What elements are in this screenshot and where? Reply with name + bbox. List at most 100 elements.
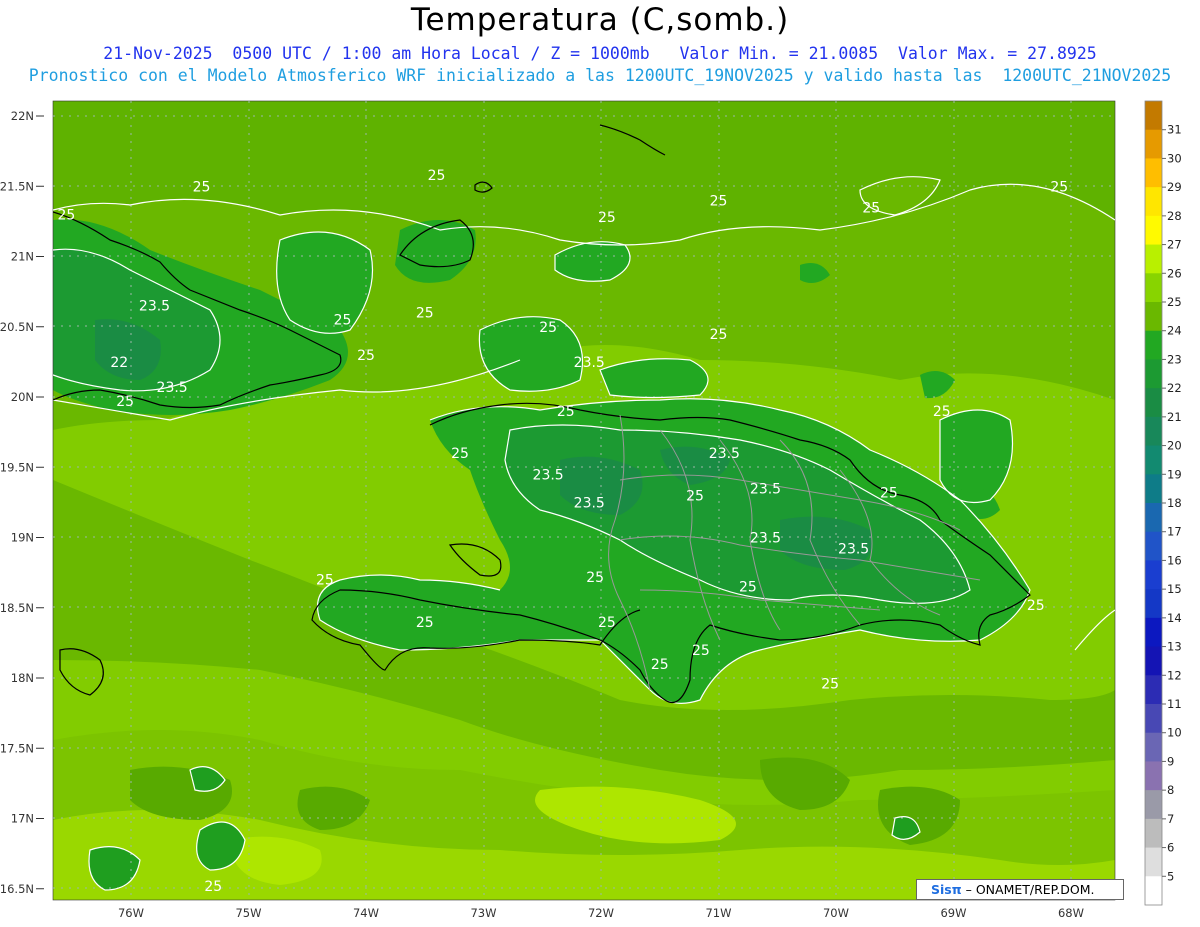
- colorbar-swatch: [1145, 273, 1162, 303]
- contour-label: 25: [821, 677, 839, 693]
- contour-label: 25: [193, 179, 211, 195]
- colorbar-label: 27: [1167, 238, 1182, 252]
- colorbar-label: 28: [1167, 209, 1182, 223]
- contour-label: 25: [316, 573, 334, 589]
- colorbar-swatch: [1145, 416, 1162, 447]
- contour-label: 25: [428, 168, 446, 184]
- colorbar-label: 17: [1167, 525, 1182, 539]
- colorbar-swatch: [1145, 330, 1162, 360]
- colorbar-label: 13: [1167, 640, 1182, 654]
- contour-label: 25: [598, 615, 616, 631]
- colorbar-label: 21: [1167, 410, 1182, 424]
- contour-label: 25: [586, 570, 604, 586]
- contour-label: 25: [739, 580, 757, 596]
- latitude-label: 21N: [11, 250, 34, 264]
- latitude-label: 19N: [11, 531, 34, 545]
- colorbar-swatch: [1145, 646, 1162, 676]
- colorbar-label: 10: [1167, 726, 1182, 740]
- latitude-label: 18N: [11, 671, 34, 685]
- colorbar-label: 7: [1167, 812, 1174, 826]
- colorbar-label: 20: [1167, 439, 1182, 453]
- colorbar-label: 22: [1167, 381, 1182, 395]
- latitude-label: 17N: [11, 812, 34, 826]
- longitude-label: 71W: [705, 906, 731, 920]
- contour-label: 23.5: [750, 531, 781, 547]
- contour-label: 23.5: [838, 542, 869, 558]
- contour-label: 25: [204, 879, 222, 895]
- colorbar-swatch: [1145, 187, 1162, 217]
- contour-label: 25: [357, 348, 375, 364]
- contour-label: 25: [651, 657, 669, 673]
- contour-label: 25: [692, 643, 710, 659]
- colorbar-swatch: [1145, 675, 1162, 705]
- footer-credit: Sisπ – ONAMET/REP.DOM.: [916, 879, 1124, 900]
- colorbar-swatch: [1145, 704, 1162, 734]
- contour-label: 25: [116, 394, 134, 410]
- latitude-axis: 22N 21.5N 21N 20.5N 20N 19.5N 19N 18.5N 18N 17.5N…: [0, 109, 44, 896]
- colorbar-label: 16: [1167, 553, 1182, 567]
- contour-label: 23.5: [533, 467, 564, 483]
- longitude-label: 75W: [235, 906, 261, 920]
- longitude-axis: 76W 75W 74W 73W 72W 71W 70W 69W 68W: [118, 906, 1084, 920]
- latitude-label: 20.5N: [0, 320, 34, 334]
- latitude-label: 19.5N: [0, 460, 34, 474]
- colorbar-label: 26: [1167, 266, 1182, 280]
- contour-label: 25: [1050, 179, 1068, 195]
- contour-label: 25: [557, 404, 575, 420]
- contour-label: 23.5: [574, 495, 605, 511]
- colorbar-label: 5: [1167, 869, 1174, 883]
- colorbar-swatch: [1145, 445, 1162, 475]
- colorbar-swatch: [1145, 359, 1162, 389]
- contour-label: 25: [416, 306, 434, 322]
- colorbar-label: 31: [1167, 123, 1182, 137]
- temperature-map: 25 25 25 25 25 25 25 23.5 25 25 25 25 25 22 23.5 23.5 25…: [0, 100, 1182, 920]
- latitude-label: 20N: [11, 390, 34, 404]
- contour-label: 25: [933, 404, 951, 420]
- colorbar-swatch: [1145, 732, 1162, 762]
- colorbar-swatch: [1145, 617, 1162, 648]
- contour-label: 25: [710, 193, 728, 209]
- colorbar-swatch: [1145, 589, 1162, 619]
- colorbar-label: 6: [1167, 841, 1174, 855]
- longitude-label: 72W: [588, 906, 614, 920]
- colorbar-label: 23: [1167, 352, 1182, 366]
- contour-label: 23.5: [709, 446, 740, 462]
- colorbar-swatch: [1145, 876, 1162, 906]
- contour-label: 25: [710, 327, 728, 343]
- colorbar-label: 29: [1167, 180, 1182, 194]
- contour-label: 25: [451, 446, 469, 462]
- sispi-logo: Sisπ: [931, 882, 962, 897]
- latitude-label: 22N: [11, 109, 34, 123]
- latitude-label: 21.5N: [0, 179, 34, 193]
- colorbar-swatch: [1145, 101, 1162, 131]
- longitude-label: 70W: [823, 906, 849, 920]
- colorbar-swatch: [1145, 215, 1162, 246]
- contour-label: 25: [539, 320, 557, 336]
- colorbar-swatch: [1145, 790, 1162, 820]
- colorbar-label: 30: [1167, 151, 1182, 165]
- colorbar-swatch: [1145, 388, 1162, 418]
- latitude-label: 17.5N: [0, 741, 34, 755]
- colorbar-swatch: [1145, 847, 1162, 877]
- contour-label: 25: [57, 207, 75, 223]
- contour-label: 23.5: [139, 299, 170, 315]
- footer-agency-text: – ONAMET/REP.DOM.: [965, 882, 1095, 897]
- longitude-label: 68W: [1058, 906, 1084, 920]
- colorbar-swatch: [1145, 244, 1162, 274]
- contour-label: 25: [416, 615, 434, 631]
- colorbar-label: 25: [1167, 295, 1182, 309]
- longitude-label: 73W: [470, 906, 496, 920]
- colorbar-label: 24: [1167, 324, 1182, 338]
- colorbar-swatch: [1145, 503, 1162, 533]
- contour-label: 25: [334, 313, 352, 329]
- colorbar-swatch: [1145, 761, 1162, 791]
- colorbar-swatch: [1145, 302, 1162, 332]
- colorbar-label: 9: [1167, 754, 1174, 768]
- colorbar-label: 8: [1167, 783, 1174, 797]
- colorbar-label: 11: [1167, 697, 1182, 711]
- colorbar-label: 19: [1167, 467, 1182, 481]
- colorbar-label: 15: [1167, 582, 1182, 596]
- latitude-label: 16.5N: [0, 882, 34, 896]
- colorbar-swatch: [1145, 158, 1162, 188]
- longitude-label: 69W: [940, 906, 966, 920]
